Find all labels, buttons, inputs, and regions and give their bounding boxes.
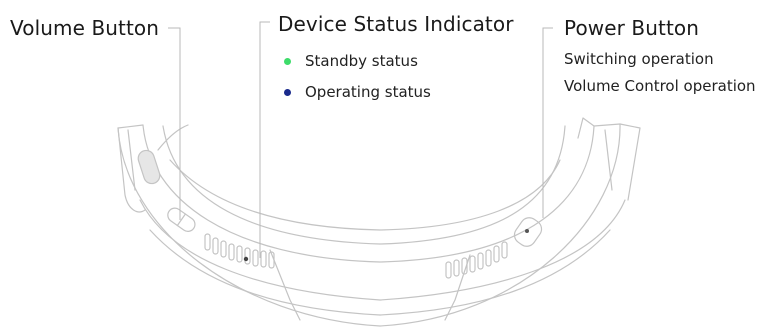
status-indicator-title: Device Status Indicator [278, 12, 514, 36]
operating-dot-icon [284, 88, 291, 96]
operating-label: Operating status [305, 83, 431, 101]
volume-button-title: Volume Button [10, 16, 160, 40]
power-desc-volume: Volume Control operation [564, 77, 756, 95]
power-desc-switching: Switching operation [564, 50, 714, 68]
power-button-title: Power Button [564, 16, 700, 40]
standby-dot-icon [284, 57, 291, 65]
leader-status [259, 21, 270, 258]
leader-power [542, 27, 553, 218]
standby-label: Standby status [305, 52, 418, 70]
legend-operating: Operating status [284, 83, 431, 101]
status-led [243, 256, 249, 262]
legend-standby: Standby status [284, 52, 418, 70]
outer-band [117, 123, 621, 327]
inner-visor [162, 125, 566, 245]
